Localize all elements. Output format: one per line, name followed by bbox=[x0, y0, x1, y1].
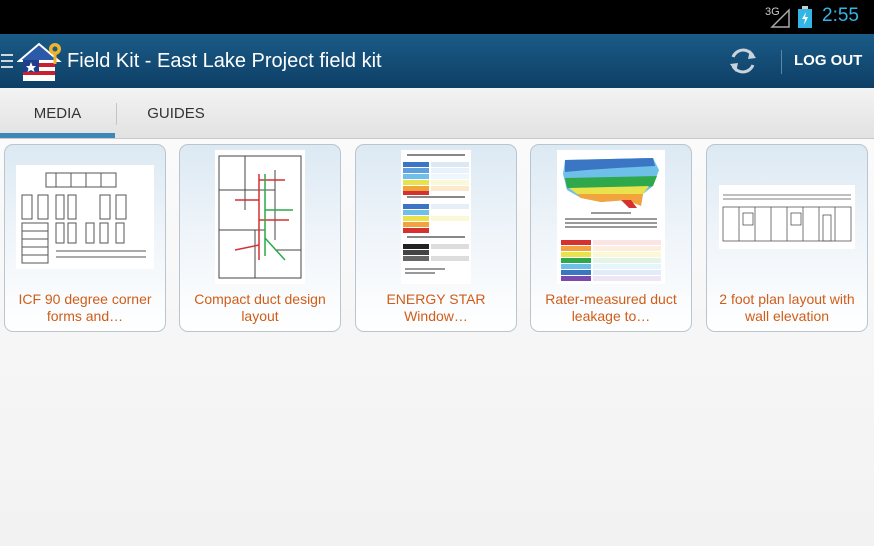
menu-icon[interactable] bbox=[1, 54, 13, 72]
media-card-icf-corner[interactable]: ICF 90 degree corner forms and… bbox=[4, 144, 166, 332]
action-divider bbox=[781, 50, 782, 74]
media-card-compact-duct[interactable]: Compact duct design layout bbox=[179, 144, 341, 332]
tab-media[interactable]: MEDIA bbox=[0, 88, 115, 138]
media-thumbnail bbox=[707, 149, 867, 285]
page-title: Field Kit - East Lake Project field kit bbox=[67, 50, 382, 72]
tab-guides[interactable]: GUIDES bbox=[117, 88, 235, 138]
media-title: 2 foot plan layout with wall elevation bbox=[719, 291, 855, 324]
media-thumbnail bbox=[531, 149, 691, 285]
media-thumbnail bbox=[180, 149, 340, 285]
media-thumbnail bbox=[5, 149, 165, 285]
media-title: ENERGY STAR Window… bbox=[386, 291, 486, 324]
media-title: Compact duct design layout bbox=[194, 291, 326, 324]
elevation-thumbnail-icon bbox=[719, 185, 855, 249]
signal-icon bbox=[770, 8, 790, 28]
app-logo[interactable] bbox=[17, 41, 63, 83]
climate-map-thumbnail-icon bbox=[557, 150, 665, 284]
media-thumbnail bbox=[356, 149, 516, 285]
media-card-duct-leakage[interactable]: Rater-measured duct leakage to… bbox=[530, 144, 692, 332]
status-bar: 3G 2:55 bbox=[0, 0, 874, 34]
action-bar: Field Kit - East Lake Project field kit … bbox=[0, 34, 874, 88]
logout-button[interactable]: LOG OUT bbox=[794, 52, 862, 69]
clock: 2:55 bbox=[822, 5, 859, 26]
media-card-energy-star-window[interactable]: ENERGY STAR Window… bbox=[355, 144, 517, 332]
media-card-plan-layout[interactable]: 2 foot plan layout with wall elevation bbox=[706, 144, 868, 332]
document-thumbnail-icon bbox=[401, 150, 471, 284]
tab-selected-indicator bbox=[0, 133, 115, 138]
tab-bar: MEDIA GUIDES bbox=[0, 88, 874, 139]
floorplan-thumbnail-icon bbox=[215, 150, 305, 284]
tab-media-label: MEDIA bbox=[33, 105, 82, 122]
sync-icon[interactable] bbox=[726, 44, 760, 78]
drawing-thumbnail-icon bbox=[16, 165, 154, 269]
tab-guides-label: GUIDES bbox=[147, 105, 205, 122]
battery-charging-icon bbox=[798, 6, 812, 28]
media-title: Rater-measured duct leakage to… bbox=[545, 291, 677, 324]
media-title: ICF 90 degree corner forms and… bbox=[18, 291, 152, 324]
